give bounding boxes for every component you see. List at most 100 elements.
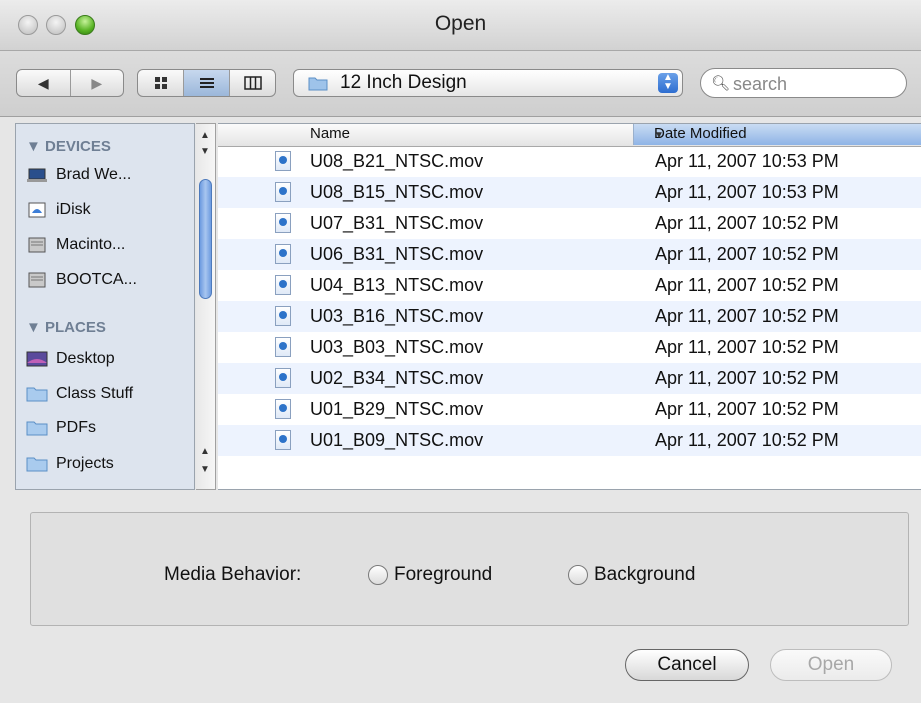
- table-row[interactable]: U02_B34_NTSC.mov Apr 11, 2007 10:52 PM: [218, 363, 921, 394]
- sidebar-item-label: iDisk: [56, 201, 91, 218]
- file-name: U01_B09_NTSC.mov: [310, 430, 484, 450]
- sidebar-item-bootcamp[interactable]: BOOTCA...: [26, 267, 194, 293]
- file-name: U07_B31_NTSC.mov: [310, 213, 484, 233]
- icon-view-icon: [154, 77, 167, 89]
- foreground-radio[interactable]: [368, 565, 388, 585]
- movie-file-icon: [275, 430, 291, 450]
- movie-file-icon: [275, 244, 291, 264]
- file-date: Apr 11, 2007 10:52 PM: [655, 306, 839, 326]
- sidebar-item-class-stuff[interactable]: Class Stuff: [26, 381, 194, 407]
- file-name: U04_B13_NTSC.mov: [310, 275, 484, 295]
- background-label[interactable]: Background: [594, 564, 695, 586]
- column-header: Name Date Modified ▼: [218, 124, 921, 147]
- list-view-icon: [199, 78, 214, 88]
- file-name: U03_B03_NTSC.mov: [310, 337, 484, 357]
- sidebar-item-label: PDFs: [56, 419, 96, 436]
- folder-icon: [308, 77, 328, 91]
- places-header: ▼ PLACES: [26, 319, 106, 336]
- search-field[interactable]: 🔍︎: [700, 68, 907, 98]
- file-name: U08_B21_NTSC.mov: [310, 151, 484, 171]
- table-row[interactable]: U01_B09_NTSC.mov Apr 11, 2007 10:52 PM: [218, 425, 921, 456]
- scroll-down-arrow-icon[interactable]: ▼: [200, 464, 210, 475]
- table-row[interactable]: U07_B31_NTSC.mov Apr 11, 2007 10:52 PM: [218, 208, 921, 239]
- hard-drive-icon: [28, 237, 46, 253]
- cancel-button[interactable]: Cancel: [625, 649, 749, 681]
- file-name: U03_B16_NTSC.mov: [310, 306, 484, 326]
- open-dialog: Open ◀ ▶ 12 Inch Design ▲ ▼ 🔍︎ search ▼ …: [0, 0, 921, 703]
- search-input[interactable]: [731, 73, 895, 96]
- sidebar-item-projects[interactable]: Projects: [26, 451, 194, 477]
- media-behavior-label: Media Behavior:: [164, 564, 302, 585]
- background-radio[interactable]: [568, 565, 588, 585]
- sidebar-item-macintosh[interactable]: Macinto...: [26, 232, 194, 258]
- file-date: Apr 11, 2007 10:52 PM: [655, 430, 839, 450]
- sidebar-scrollbar[interactable]: ▲ ▼ ▲ ▼: [196, 123, 216, 490]
- scroll-down-arrow-icon[interactable]: ▼: [200, 146, 210, 157]
- movie-file-icon: [275, 213, 291, 233]
- movie-file-icon: [275, 368, 291, 388]
- popup-arrows-icon: ▲ ▼: [658, 73, 678, 93]
- open-button[interactable]: Open: [770, 649, 892, 681]
- file-date: Apr 11, 2007 10:52 PM: [655, 213, 839, 233]
- file-date: Apr 11, 2007 10:52 PM: [655, 368, 839, 388]
- column-view-icon: [243, 76, 262, 90]
- table-row[interactable]: U04_B13_NTSC.mov Apr 11, 2007 10:52 PM: [218, 270, 921, 301]
- icon-view-button[interactable]: [138, 70, 184, 96]
- table-row[interactable]: U06_B31_NTSC.mov Apr 11, 2007 10:52 PM: [218, 239, 921, 270]
- sidebar-item-label: Macinto...: [56, 236, 126, 253]
- window-title: Open: [434, 12, 487, 35]
- search-icon: 🔍︎: [711, 75, 731, 92]
- back-arrow-icon: ◀: [37, 74, 49, 91]
- foreground-label[interactable]: Foreground: [394, 564, 492, 586]
- folder-icon: [26, 421, 48, 436]
- sidebar-item-label: Brad We...: [56, 166, 132, 183]
- table-row[interactable]: U08_B15_NTSC.mov Apr 11, 2007 10:53 PM: [218, 177, 921, 208]
- column-view-button[interactable]: [230, 70, 275, 96]
- file-rows: U08_B21_NTSC.mov Apr 11, 2007 10:53 PM U0…: [218, 146, 921, 456]
- options-panel: Media Behavior: Foreground Background: [30, 512, 909, 626]
- file-date: Apr 11, 2007 10:53 PM: [655, 182, 839, 202]
- movie-file-icon: [275, 399, 291, 419]
- table-row[interactable]: U03_B16_NTSC.mov Apr 11, 2007 10:52 PM: [218, 301, 921, 332]
- file-date: Apr 11, 2007 10:52 PM: [655, 337, 839, 357]
- sidebar-item-label: BOOTCA...: [56, 271, 137, 288]
- scroll-thumb[interactable]: [199, 179, 212, 299]
- sidebar-item-brad[interactable]: Brad We...: [26, 162, 194, 188]
- movie-file-icon: [275, 337, 291, 357]
- file-name: U02_B34_NTSC.mov: [310, 368, 484, 388]
- scroll-up-arrow-icon[interactable]: ▲: [200, 130, 210, 141]
- file-name: U01_B29_NTSC.mov: [310, 399, 484, 419]
- back-button[interactable]: ◀: [17, 70, 71, 96]
- file-name: U08_B15_NTSC.mov: [310, 182, 484, 202]
- sidebar-item-label: Projects: [56, 455, 114, 472]
- toolbar: ◀ ▶ 12 Inch Design ▲ ▼ 🔍︎: [0, 51, 921, 117]
- file-name: U06_B31_NTSC.mov: [310, 244, 484, 264]
- laptop-icon: [27, 168, 47, 182]
- movie-file-icon: [275, 151, 291, 171]
- table-row[interactable]: U08_B21_NTSC.mov Apr 11, 2007 10:53 PM: [218, 146, 921, 177]
- title-bar[interactable]: Open: [0, 0, 921, 51]
- movie-file-icon: [275, 306, 291, 326]
- view-mode-control: [137, 69, 276, 97]
- forward-arrow-icon: ▶: [91, 74, 103, 91]
- forward-button[interactable]: ▶: [71, 70, 124, 96]
- devices-header: ▼ DEVICES: [26, 138, 111, 155]
- sidebar-item-idisk[interactable]: iDisk: [26, 197, 194, 223]
- file-list: Name Date Modified ▼ U08_B21_NTSC.mov Apr…: [218, 123, 921, 490]
- table-row[interactable]: U01_B29_NTSC.mov Apr 11, 2007 10:52 PM: [218, 394, 921, 425]
- hard-drive-icon: [28, 272, 46, 288]
- scroll-up-arrow-icon[interactable]: ▲: [200, 446, 210, 457]
- desktop-icon: [26, 351, 48, 367]
- date-modified-column-header[interactable]: Date Modified ▼: [633, 124, 921, 145]
- sort-descending-icon: ▼: [654, 130, 664, 141]
- sidebar-item-pdfs[interactable]: PDFs: [26, 415, 194, 441]
- location-popup[interactable]: 12 Inch Design ▲ ▼: [293, 69, 683, 97]
- name-column-header[interactable]: Name: [310, 125, 350, 142]
- file-date: Apr 11, 2007 10:53 PM: [655, 151, 839, 171]
- list-view-button[interactable]: [184, 70, 230, 96]
- movie-file-icon: [275, 182, 291, 202]
- sidebar-item-desktop[interactable]: Desktop: [26, 346, 194, 372]
- sidebar: ▼ DEVICES Brad We... iDisk Macinto... BO…: [15, 123, 195, 490]
- table-row[interactable]: U03_B03_NTSC.mov Apr 11, 2007 10:52 PM: [218, 332, 921, 363]
- folder-icon: [26, 387, 48, 402]
